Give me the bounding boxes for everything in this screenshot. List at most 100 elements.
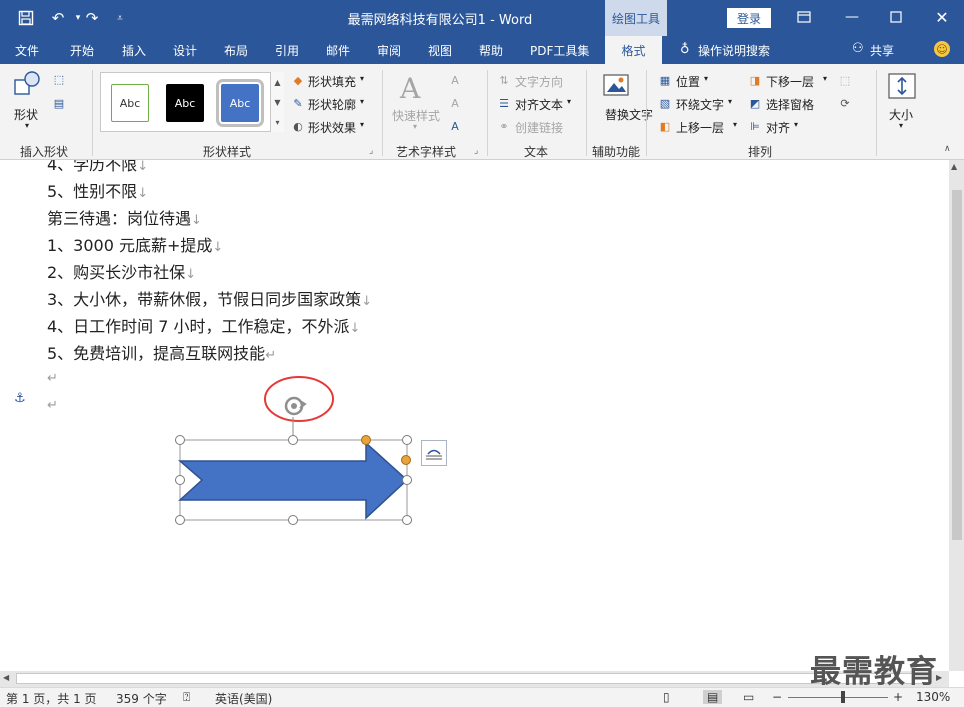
position-icon: ▦	[659, 73, 671, 87]
shape-fill-dropdown-icon[interactable]: ▾	[360, 74, 364, 83]
zoom-level[interactable]: 130%	[916, 690, 950, 704]
tab-view[interactable]: 视图	[428, 42, 452, 59]
shape-outline-button[interactable]: 形状轮廓	[308, 96, 356, 113]
tell-me-search[interactable]: 操作说明搜索	[698, 42, 770, 59]
document-canvas[interactable]: 4、学历不限↓ 5、性别不限↓ 第三待遇：岗位待遇↓ 1、3000 元底薪+提成…	[0, 160, 949, 671]
align-text-button[interactable]: 对齐文本	[515, 96, 563, 113]
wrap-text-dropdown-icon[interactable]: ▾	[728, 97, 732, 106]
align-text-dropdown-icon[interactable]: ▾	[567, 97, 571, 106]
tab-mailings[interactable]: 邮件	[326, 42, 350, 59]
doc-line-5: 2、购买长沙市社保↓	[47, 263, 197, 282]
proofing-icon[interactable]: ⍰	[183, 690, 190, 705]
shapes-dropdown-icon[interactable]: ▾	[25, 121, 29, 130]
edit-shape-icon[interactable]: ⬚	[52, 72, 66, 86]
share-person-icon: ⚇	[852, 41, 864, 56]
zoom-slider-thumb[interactable]	[841, 691, 845, 703]
undo-icon[interactable]: ↶	[48, 8, 68, 28]
adjust-handle-shaft[interactable]	[401, 455, 411, 465]
feedback-smiley-icon[interactable]: ☺	[934, 41, 950, 57]
ribbon-display-icon[interactable]	[792, 6, 816, 28]
shape-style-blue-selected[interactable]: Abc	[216, 79, 264, 127]
blue-arrow-shape[interactable]	[177, 441, 409, 520]
align-button[interactable]: 对齐	[766, 119, 790, 136]
size-icon[interactable]	[887, 72, 917, 103]
scroll-left-icon[interactable]: ◀	[3, 673, 9, 682]
text-box-icon[interactable]: ▤	[52, 96, 66, 110]
tab-insert[interactable]: 插入	[122, 42, 146, 59]
alt-text-icon[interactable]	[602, 72, 630, 103]
resize-handle-bottom[interactable]	[288, 515, 298, 525]
wordart-launcher-icon[interactable]: ⌟	[474, 146, 478, 156]
collapse-ribbon-icon[interactable]: ∧	[944, 144, 951, 154]
tab-file[interactable]: 文件	[15, 42, 39, 59]
gallery-more-icon[interactable]: ▾	[275, 118, 279, 127]
vertical-scroll-thumb[interactable]	[952, 190, 962, 540]
selection-pane-button[interactable]: 选择窗格	[766, 96, 814, 113]
layout-options-icon	[426, 449, 442, 460]
shape-outline-dropdown-icon[interactable]: ▾	[360, 97, 364, 106]
minimize-icon[interactable]: —	[840, 6, 864, 28]
size-dropdown-icon[interactable]: ▾	[899, 121, 903, 130]
align-icon: ⊫	[750, 119, 760, 133]
shape-style-outline-green[interactable]: Abc	[111, 84, 149, 122]
gallery-scroll[interactable]: ▲ ▼ ▾	[270, 72, 284, 132]
shape-styles-launcher-icon[interactable]: ⌟	[369, 146, 373, 156]
shape-effects-dropdown-icon[interactable]: ▾	[360, 120, 364, 129]
resize-handle-top-right[interactable]	[402, 435, 412, 445]
rotate-objects-icon[interactable]: ⟳	[838, 96, 852, 110]
print-layout-icon[interactable]: ▤	[703, 690, 723, 704]
zoom-in-icon[interactable]: +	[893, 690, 903, 704]
customize-toolbar-icon[interactable]: ⩡	[110, 8, 130, 28]
gallery-up-icon[interactable]: ▲	[274, 78, 280, 87]
bring-forward-button[interactable]: 上移一层	[676, 119, 724, 136]
redo-icon[interactable]: ↷	[82, 8, 102, 28]
word-count[interactable]: 359 个字	[116, 690, 167, 707]
align-dropdown-icon[interactable]: ▾	[794, 120, 798, 129]
position-button[interactable]: 位置	[676, 73, 700, 90]
shape-style-black[interactable]: Abc	[166, 84, 204, 122]
send-backward-button[interactable]: 下移一层	[766, 73, 814, 90]
login-button[interactable]: 登录	[727, 8, 771, 28]
gallery-down-icon[interactable]: ▼	[274, 98, 280, 107]
page-count[interactable]: 第 1 页，共 1 页	[6, 690, 97, 707]
resize-handle-top-left[interactable]	[175, 435, 185, 445]
shape-effects-button[interactable]: 形状效果	[308, 119, 356, 136]
scroll-up-icon[interactable]: ▲	[951, 162, 957, 171]
wrap-text-button[interactable]: 环绕文字	[676, 96, 724, 113]
resize-handle-right[interactable]	[402, 475, 412, 485]
arrow-shape-selection[interactable]	[160, 370, 460, 530]
adjust-handle-arrowhead[interactable]	[361, 435, 371, 445]
bring-forward-icon: ◧	[659, 119, 671, 133]
read-mode-icon[interactable]: ▯	[663, 690, 670, 704]
zoom-slider[interactable]	[788, 697, 888, 698]
save-icon[interactable]	[16, 8, 36, 28]
language-status[interactable]: 英语(美国)	[215, 690, 272, 707]
rotate-handle-icon[interactable]	[284, 396, 307, 416]
horizontal-scroll-thumb[interactable]	[16, 673, 931, 684]
web-layout-icon[interactable]: ▭	[743, 690, 754, 704]
send-backward-dropdown-icon[interactable]: ▾	[823, 74, 827, 83]
tab-design[interactable]: 设计	[173, 42, 197, 59]
resize-handle-left[interactable]	[175, 475, 185, 485]
resize-handle-top[interactable]	[288, 435, 298, 445]
layout-options-button[interactable]	[421, 440, 447, 466]
tab-pdf-tools[interactable]: PDF工具集	[530, 42, 589, 59]
tab-help[interactable]: 帮助	[479, 42, 503, 59]
tab-references[interactable]: 引用	[275, 42, 299, 59]
position-dropdown-icon[interactable]: ▾	[704, 74, 708, 83]
tab-format[interactable]: 格式	[605, 36, 662, 64]
resize-handle-bottom-left[interactable]	[175, 515, 185, 525]
shape-fill-button[interactable]: 形状填充	[308, 73, 356, 90]
share-button[interactable]: 共享	[870, 42, 894, 59]
resize-handle-bottom-right[interactable]	[402, 515, 412, 525]
shapes-icon[interactable]	[12, 70, 42, 101]
text-effects-icon[interactable]: A	[448, 119, 462, 133]
bring-forward-dropdown-icon[interactable]: ▾	[733, 120, 737, 129]
maximize-icon[interactable]	[884, 6, 908, 28]
tab-review[interactable]: 审阅	[377, 42, 401, 59]
tab-home[interactable]: 开始	[70, 42, 94, 59]
tab-layout[interactable]: 布局	[224, 42, 248, 59]
close-icon[interactable]: ✕	[930, 6, 954, 28]
doc-line-3: 第三待遇：岗位待遇↓	[47, 209, 202, 228]
zoom-out-icon[interactable]: −	[772, 690, 782, 704]
